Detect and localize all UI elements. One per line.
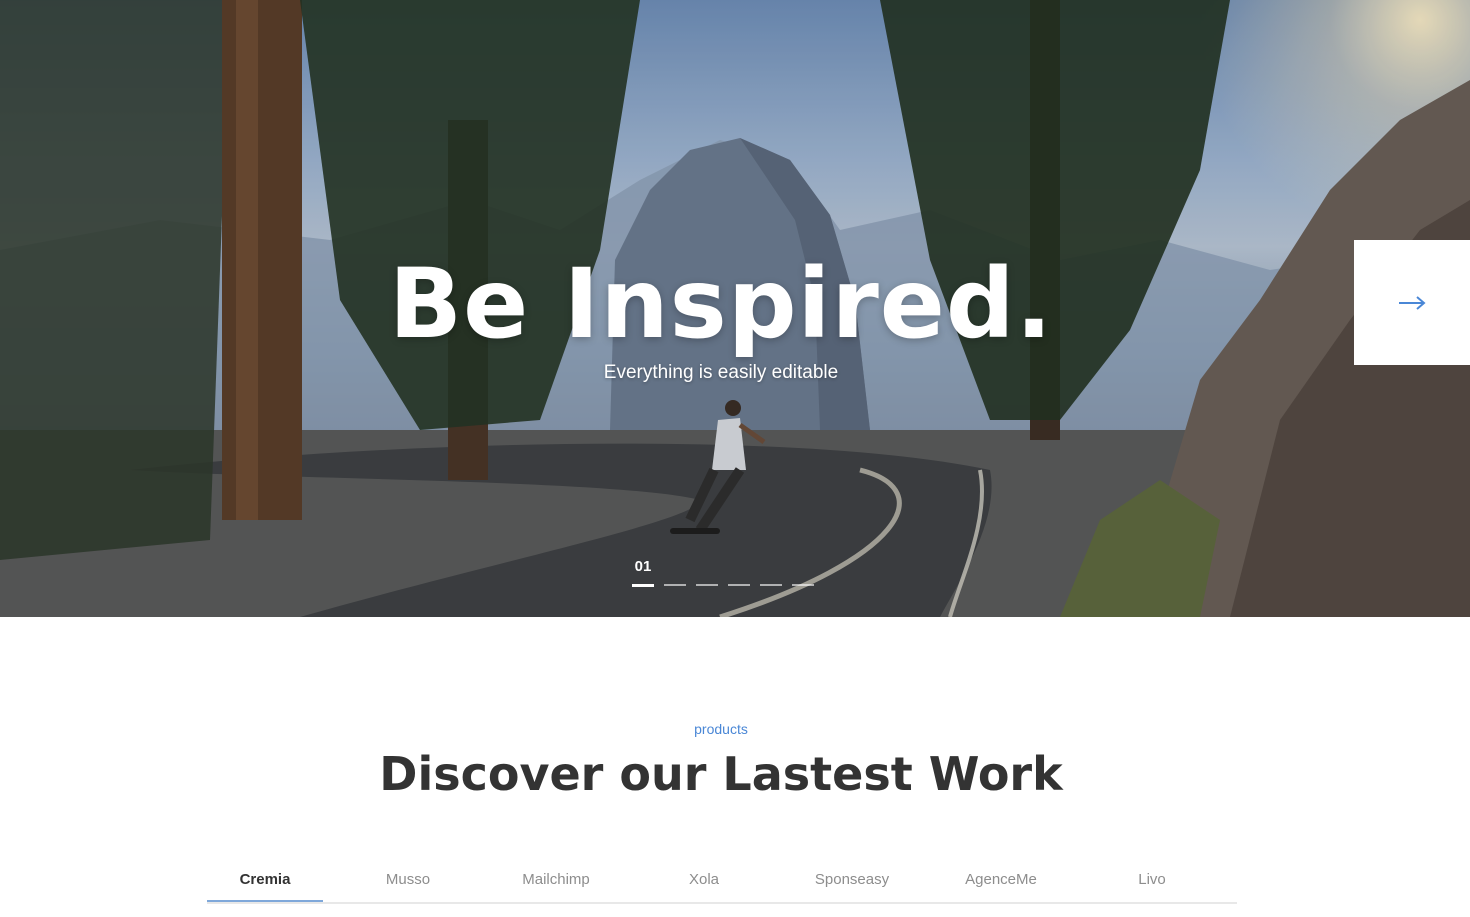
slide-dot-2[interactable] [664,584,686,586]
tab-sponseasy[interactable]: Sponseasy [793,860,911,900]
hero-subtitle: Everything is easily editable [603,362,839,383]
slide-number: 01 [634,558,652,575]
slide-dot-6[interactable] [792,584,814,586]
hero-title: Be Inspired. [388,248,1054,360]
tab-agenceme[interactable]: AgenceMe [941,860,1061,900]
tab-mailchimp[interactable]: Mailchimp [497,860,615,900]
tab-livo[interactable]: Livo [1093,860,1211,900]
product-tabs: Cremia Musso Mailchimp Xola Sponseasy Ag… [207,860,1237,904]
tab-xola[interactable]: Xola [645,860,763,900]
tab-cremia[interactable]: Cremia [207,860,323,902]
slide-dot-1[interactable] [632,583,654,587]
next-slide-button[interactable] [1354,240,1470,365]
arrow-right-icon [1399,295,1426,310]
hero-slider: Be Inspired. Everything is easily editab… [0,0,1470,617]
slide-dot-4[interactable] [728,584,750,586]
slide-dot-5[interactable] [760,584,782,586]
section-eyebrow: products [694,721,748,737]
tab-musso[interactable]: Musso [349,860,467,900]
section-title: Discover our Lastest Work [379,747,1063,801]
slide-dot-3[interactable] [696,584,718,586]
